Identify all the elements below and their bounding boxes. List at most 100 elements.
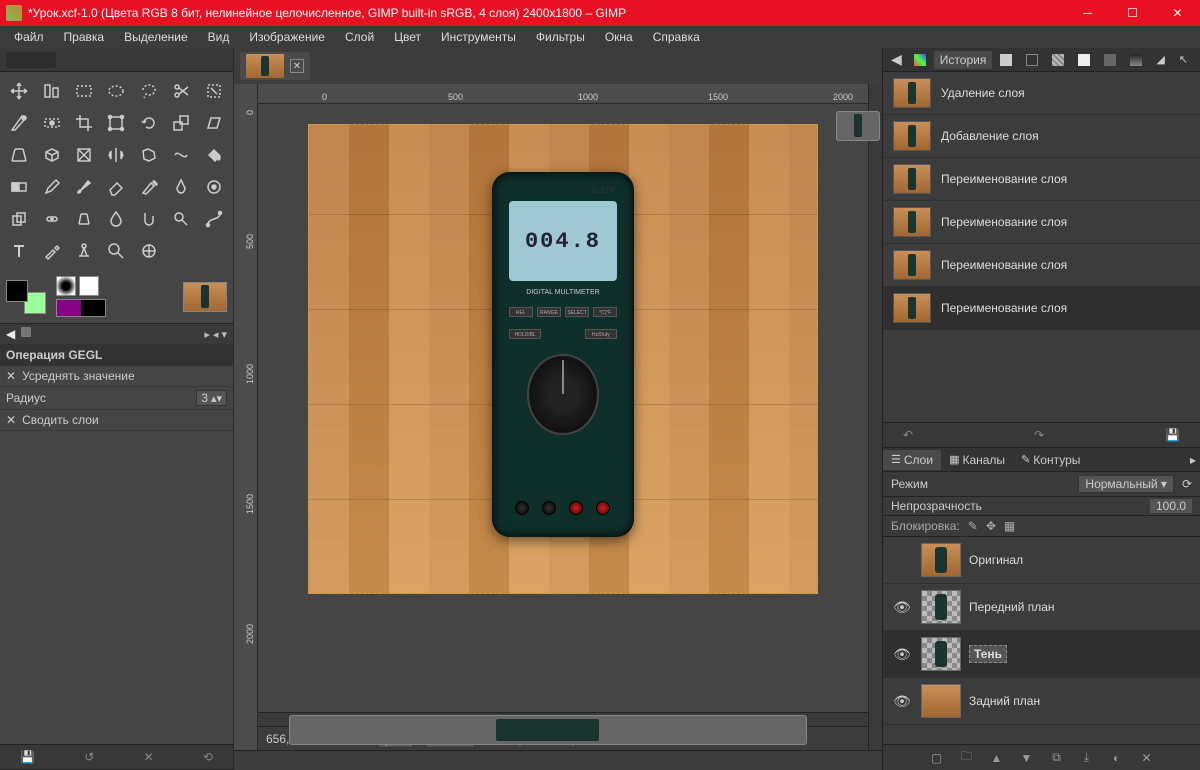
blur-tool[interactable] xyxy=(101,204,131,234)
paintbrush-tool[interactable] xyxy=(69,172,99,202)
save-history-icon[interactable]: 💾 xyxy=(1165,428,1180,442)
menu-edit[interactable]: Правка xyxy=(56,28,113,46)
visibility-toggle[interactable]: 👁 xyxy=(891,646,913,663)
menu-image[interactable]: Изображение xyxy=(241,28,333,46)
ruler-horizontal[interactable]: 0 500 1000 1500 2000 xyxy=(258,84,868,104)
ink-tool[interactable] xyxy=(166,172,196,202)
menu-help[interactable]: Справка xyxy=(645,28,708,46)
menu-filters[interactable]: Фильтры xyxy=(528,28,593,46)
history-item[interactable]: Переименование слоя xyxy=(883,158,1200,201)
layer-up-icon[interactable]: ▲ xyxy=(988,751,1006,765)
layer-item[interactable]: 👁 Передний план xyxy=(883,584,1200,631)
opacity-value[interactable]: 100.0 xyxy=(1150,499,1192,513)
history-item[interactable]: Переименование слоя xyxy=(883,287,1200,330)
brush-preview[interactable] xyxy=(56,276,76,296)
histogram-icon[interactable]: ◢ xyxy=(1150,51,1170,68)
history-list[interactable]: Удаление слояДобавление слояПереименован… xyxy=(883,72,1200,422)
menu-file[interactable]: Файл xyxy=(6,28,52,46)
blend-mode-select[interactable]: Нормальный ▾ xyxy=(1078,475,1174,493)
merge-down-icon[interactable]: ⤓ xyxy=(1078,750,1096,765)
layer-name[interactable]: Задний план xyxy=(969,694,1192,708)
text-tool[interactable] xyxy=(4,236,34,266)
visibility-toggle[interactable]: 👁 xyxy=(891,599,913,616)
move-tool[interactable] xyxy=(4,76,34,106)
layer-name[interactable]: Передний план xyxy=(969,600,1192,614)
nav-left-icon[interactable]: ◀ xyxy=(887,51,906,68)
restore-preset-icon[interactable]: ↺ xyxy=(84,750,94,764)
pencil-tool[interactable] xyxy=(36,172,66,202)
heal-tool[interactable] xyxy=(36,204,66,234)
save-preset-icon[interactable]: 💾 xyxy=(20,750,35,764)
clone-tool[interactable] xyxy=(4,204,34,234)
close-icon[interactable]: ✕ xyxy=(6,413,16,427)
crop-tool[interactable] xyxy=(69,108,99,138)
fg-color[interactable] xyxy=(6,280,28,302)
duplicate-layer-icon[interactable]: ⧉ xyxy=(1048,750,1066,765)
flip-tool[interactable] xyxy=(101,140,131,170)
image-tab-close[interactable]: ✕ xyxy=(290,59,304,73)
lock-alpha-icon[interactable]: ▦ xyxy=(1004,519,1015,533)
layer-down-icon[interactable]: ▼ xyxy=(1018,751,1036,765)
menu-color[interactable]: Цвет xyxy=(386,28,429,46)
dock-icon-3[interactable] xyxy=(1046,52,1070,68)
canvas-viewport[interactable]: 31 278 004.8 DIGITAL MULTIMETER REL RANG… xyxy=(258,104,868,712)
path-tool[interactable] xyxy=(199,204,229,234)
zoom-tool[interactable] xyxy=(101,236,131,266)
rotate-tool[interactable] xyxy=(134,108,164,138)
maximize-button[interactable]: ☐ xyxy=(1110,0,1155,26)
dock-icon-4[interactable] xyxy=(1072,52,1096,68)
visibility-toggle[interactable]: 👁 xyxy=(891,693,913,710)
perspective-clone-tool[interactable] xyxy=(69,204,99,234)
gradient-tool[interactable] xyxy=(4,172,34,202)
bucket-fill-tool[interactable] xyxy=(199,140,229,170)
ellipse-select-tool[interactable] xyxy=(101,76,131,106)
layer-list[interactable]: Оригинал👁Передний план👁Тень👁Задний план xyxy=(883,537,1200,744)
ruler-vertical[interactable]: 0 500 1000 1500 2000 xyxy=(234,84,258,750)
rect-select-tool[interactable] xyxy=(69,76,99,106)
paths-tab[interactable]: ✎ Контуры xyxy=(1013,450,1088,470)
reset-preset-icon[interactable]: ⟲ xyxy=(203,750,213,764)
gegl-tool[interactable] xyxy=(134,236,164,266)
menu-tools[interactable]: Инструменты xyxy=(433,28,524,46)
fuzzy-select-tool[interactable] xyxy=(4,108,34,138)
opt-radius[interactable]: Радиус3 ▴▾ xyxy=(0,387,233,410)
layer-item[interactable]: 👁 Тень xyxy=(883,631,1200,678)
perspective-tool[interactable] xyxy=(4,140,34,170)
delete-layer-icon[interactable]: ✕ xyxy=(1138,751,1156,765)
close-button[interactable]: ✕ xyxy=(1155,0,1200,26)
lock-pixels-icon[interactable]: ✎ xyxy=(968,519,978,533)
layer-item[interactable]: 👁 Задний план xyxy=(883,678,1200,725)
color-picker-tool[interactable] xyxy=(36,236,66,266)
eraser-tool[interactable] xyxy=(101,172,131,202)
history-item[interactable]: Переименование слоя xyxy=(883,244,1200,287)
history-item[interactable]: Переименование слоя xyxy=(883,201,1200,244)
menu-select[interactable]: Выделение xyxy=(116,28,196,46)
delete-preset-icon[interactable]: ✕ xyxy=(144,750,154,764)
warp-tool[interactable] xyxy=(166,140,196,170)
unified-transform-tool[interactable] xyxy=(101,108,131,138)
dock-icon-2[interactable] xyxy=(1020,52,1044,68)
3dtransform-tool[interactable] xyxy=(36,140,66,170)
dock-icon-6[interactable] xyxy=(1124,52,1148,68)
opt-flatten[interactable]: ✕Сводить слои xyxy=(0,410,233,431)
nav-right-icon[interactable]: ▶ xyxy=(1196,51,1200,68)
align-tool[interactable] xyxy=(36,76,66,106)
airbrush-tool[interactable] xyxy=(134,172,164,202)
opt-average[interactable]: ✕Усреднять значение xyxy=(0,366,233,387)
menu-view[interactable]: Вид xyxy=(200,28,238,46)
channels-tab[interactable]: ▦ Каналы xyxy=(941,450,1013,470)
layer-name[interactable]: Тень xyxy=(969,645,1007,663)
smudge-tool[interactable] xyxy=(134,204,164,234)
dock-icon-1[interactable] xyxy=(994,52,1018,68)
scale-tool[interactable] xyxy=(166,108,196,138)
pointer-icon[interactable]: ↖ xyxy=(1173,51,1194,68)
opacity-row[interactable]: Непрозрачность 100.0 xyxy=(883,497,1200,516)
image-tab[interactable]: ✕ xyxy=(240,52,310,80)
measure-tool[interactable] xyxy=(69,236,99,266)
redo-icon[interactable]: ↷ xyxy=(1034,428,1044,442)
history-item[interactable]: Добавление слоя xyxy=(883,115,1200,158)
new-layer-icon[interactable]: ▢ xyxy=(928,751,946,765)
history-item[interactable]: Удаление слоя xyxy=(883,72,1200,115)
new-group-icon[interactable]: 🗀 xyxy=(958,747,976,768)
mode-reset-icon[interactable]: ⟳ xyxy=(1182,477,1192,491)
